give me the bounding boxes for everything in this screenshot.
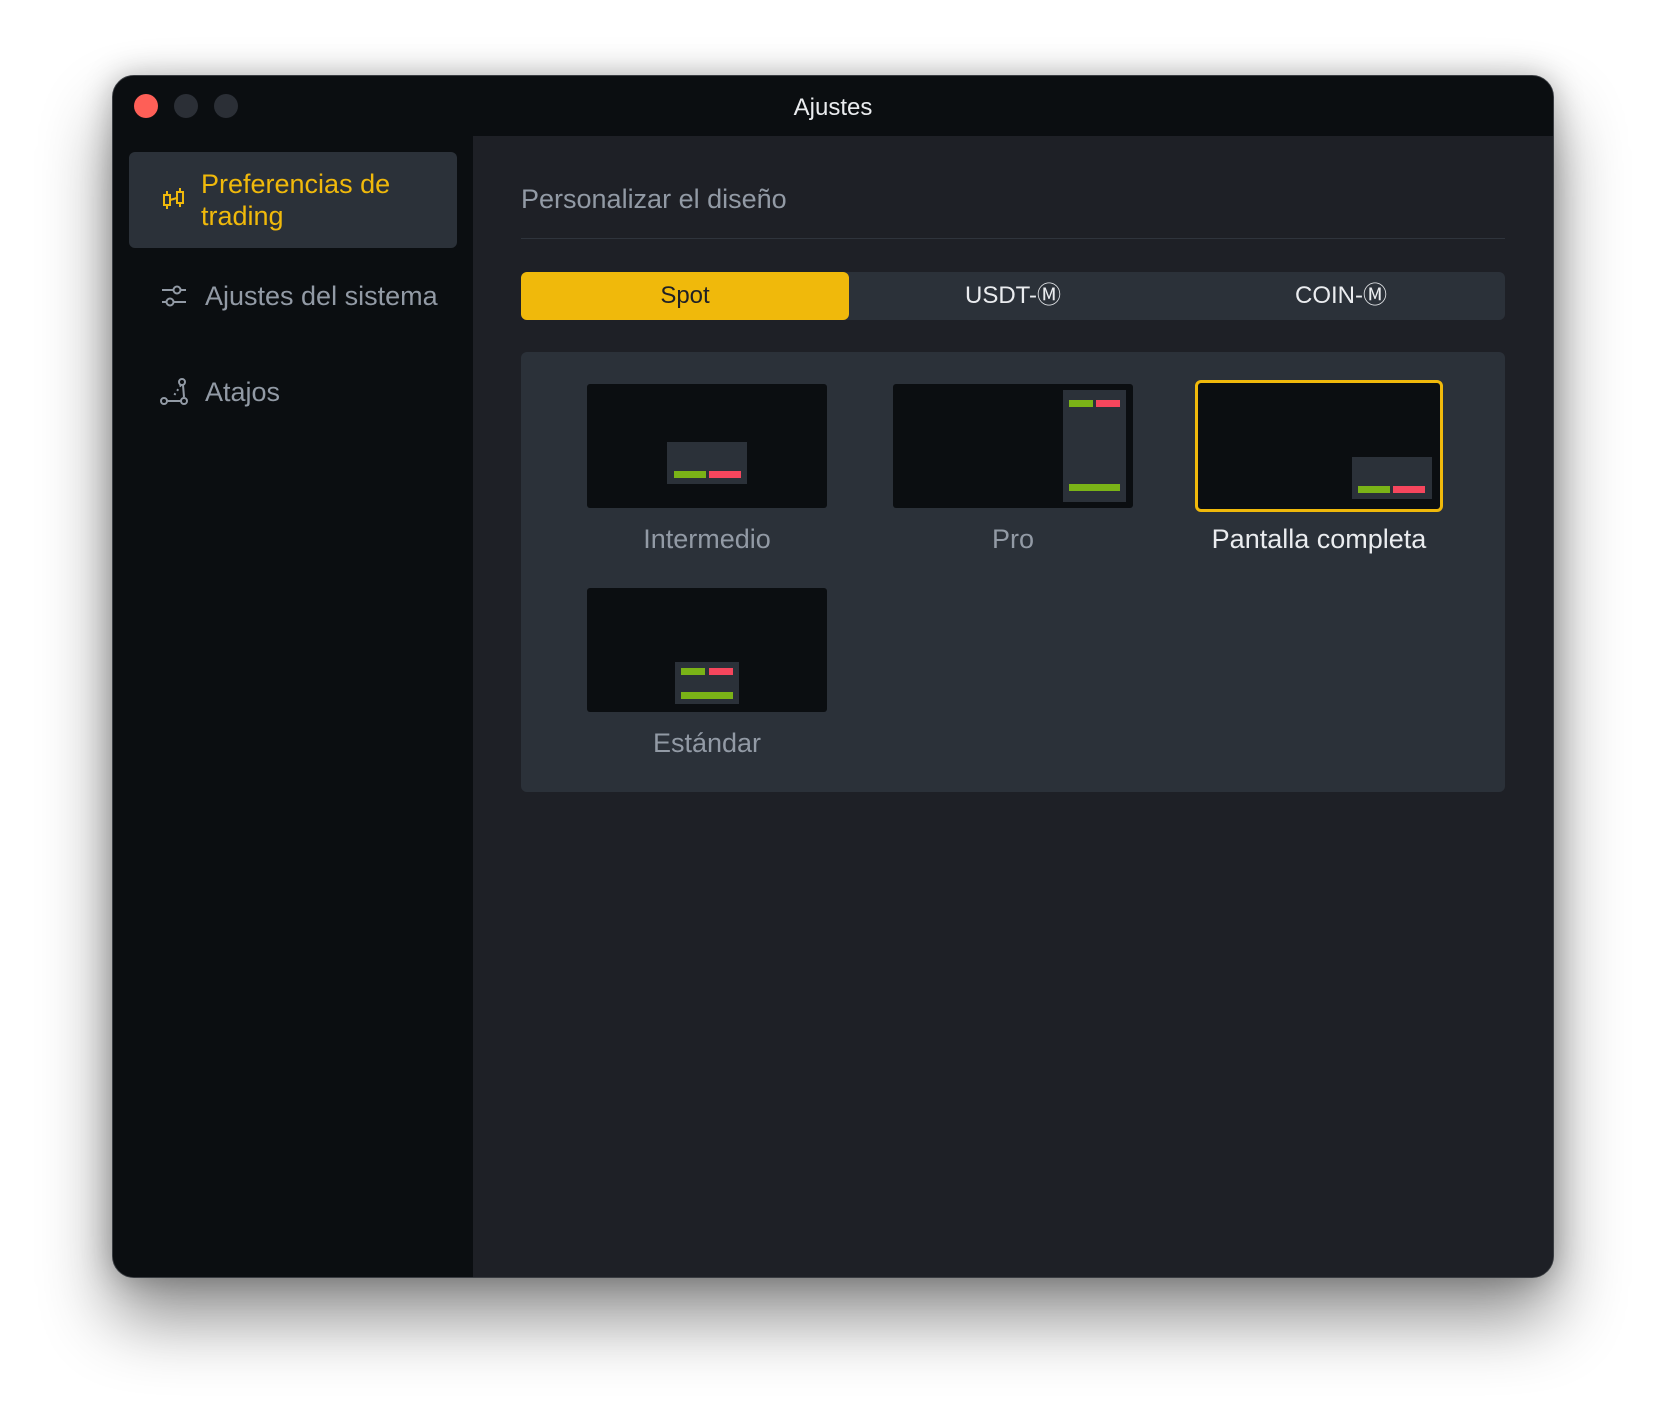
layout-preview-estandar	[587, 588, 827, 712]
layout-card-estandar[interactable]: Estándar	[587, 588, 827, 759]
window-title: Ajustes	[793, 94, 873, 121]
layout-options-panel: Intermedio Pro Pantalla completa Estánda…	[521, 352, 1505, 792]
title-bar: Ajustes	[113, 76, 1553, 136]
market-tabs: Spot USDT-Ⓜ COIN-Ⓜ	[521, 272, 1505, 320]
sidebar-item-label: Ajustes del sistema	[205, 281, 438, 311]
main-content: Personalizar el diseño Spot USDT-Ⓜ COIN-…	[473, 136, 1553, 1277]
layout-card-pantalla-completa[interactable]: Pantalla completa	[1195, 380, 1443, 555]
layout-preview-intermedio	[587, 384, 827, 508]
tab-spot[interactable]: Spot	[521, 272, 849, 320]
sidebar-item-label: Atajos	[205, 377, 281, 407]
sidebar-item-label: Preferencias de trading	[201, 169, 391, 231]
sidebar-item-shortcuts[interactable]: Atajos	[129, 344, 457, 440]
tab-usdt-m[interactable]: USDT-Ⓜ	[849, 272, 1177, 320]
section-title: Personalizar el diseño	[521, 184, 787, 214]
sidebar: Preferencias de trading Ajustes del sist…	[113, 136, 473, 1277]
sidebar-item-trading-preferences[interactable]: Preferencias de trading	[129, 152, 457, 248]
layout-preview-pro	[893, 384, 1133, 508]
tab-coin-m[interactable]: COIN-Ⓜ	[1177, 272, 1505, 320]
sidebar-item-system-settings[interactable]: Ajustes del sistema	[129, 248, 457, 344]
layout-card-intermedio[interactable]: Intermedio	[587, 384, 827, 555]
divider	[521, 238, 1505, 239]
shortcuts-icon	[160, 378, 188, 405]
layout-label: Estándar	[652, 728, 762, 758]
layout-card-pro[interactable]: Pro	[893, 384, 1133, 555]
candlestick-icon	[163, 188, 184, 209]
sliders-icon	[162, 285, 186, 307]
layout-label: Pantalla completa	[1211, 524, 1427, 554]
layout-label: Pro	[991, 524, 1035, 554]
layout-preview-pantalla-completa	[1195, 380, 1443, 512]
layout-label: Intermedio	[643, 524, 771, 554]
settings-window: Ajustes Preferencias de trading Ajustes …	[112, 75, 1554, 1278]
